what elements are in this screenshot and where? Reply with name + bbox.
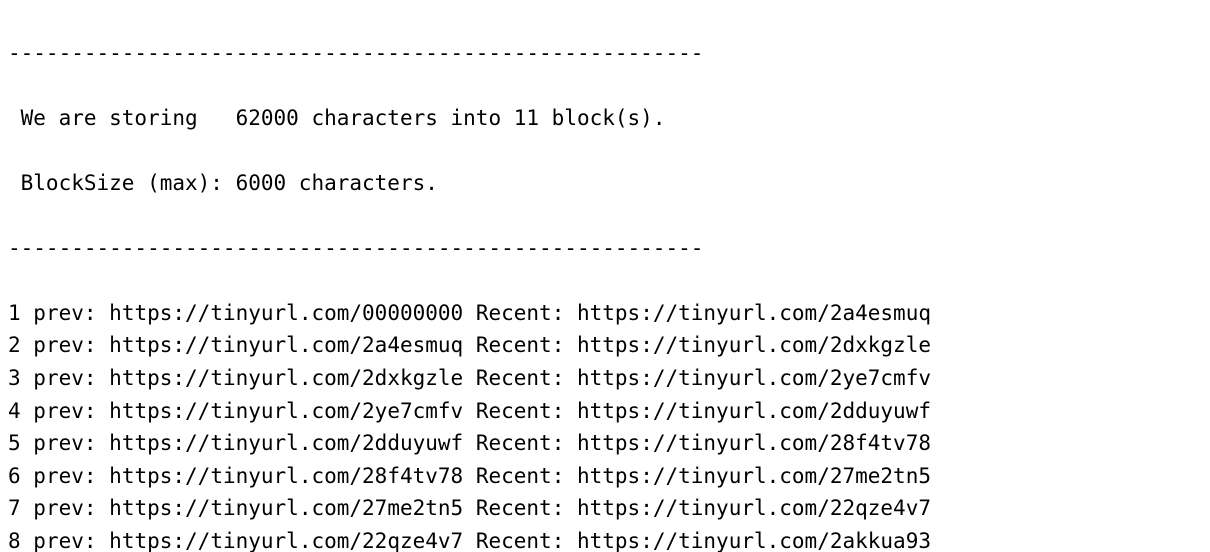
terminal-output: ----------------------------------------… (0, 0, 1210, 552)
url-rows: 1 prev: https://tinyurl.com/00000000 Rec… (8, 297, 1202, 552)
url-row: 3 prev: https://tinyurl.com/2dxkgzle Rec… (8, 362, 1202, 395)
recent-label: Recent: (463, 366, 577, 390)
prev-url: https://tinyurl.com/00000000 (109, 301, 463, 325)
blocksize-value: 6000 (236, 171, 287, 195)
recent-label: Recent: (463, 301, 577, 325)
recent-url: https://tinyurl.com/2dduyuwf (577, 399, 931, 423)
recent-label: Recent: (463, 431, 577, 455)
divider-line: ----------------------------------------… (8, 37, 1202, 70)
storing-line: We are storing 62000 characters into 11 … (8, 102, 1202, 135)
recent-url: https://tinyurl.com/2akkua93 (577, 529, 931, 552)
storing-prefix: We are storing (8, 106, 236, 130)
recent-label: Recent: (463, 399, 577, 423)
row-index: 1 (8, 301, 21, 325)
row-index: 7 (8, 496, 21, 520)
row-index: 8 (8, 529, 21, 552)
char-count: 62000 (236, 106, 299, 130)
recent-label: Recent: (463, 529, 577, 552)
block-count: 11 (514, 106, 539, 130)
prev-label: prev: (21, 301, 110, 325)
blocksize-line: BlockSize (max): 6000 characters. (8, 167, 1202, 200)
prev-label: prev: (21, 333, 110, 357)
recent-label: Recent: (463, 496, 577, 520)
recent-label: Recent: (463, 333, 577, 357)
prev-url: https://tinyurl.com/2dduyuwf (109, 431, 463, 455)
url-row: 6 prev: https://tinyurl.com/28f4tv78 Rec… (8, 460, 1202, 493)
prev-label: prev: (21, 529, 110, 552)
recent-url: https://tinyurl.com/2dxkgzle (577, 333, 931, 357)
url-row: 7 prev: https://tinyurl.com/27me2tn5 Rec… (8, 492, 1202, 525)
recent-url: https://tinyurl.com/22qze4v7 (577, 496, 931, 520)
url-row: 5 prev: https://tinyurl.com/2dduyuwf Rec… (8, 427, 1202, 460)
row-index: 2 (8, 333, 21, 357)
prev-url: https://tinyurl.com/2ye7cmfv (109, 399, 463, 423)
row-index: 6 (8, 464, 21, 488)
prev-url: https://tinyurl.com/28f4tv78 (109, 464, 463, 488)
prev-label: prev: (21, 366, 110, 390)
recent-url: https://tinyurl.com/2a4esmuq (577, 301, 931, 325)
storing-suffix: block(s). (539, 106, 665, 130)
recent-url: https://tinyurl.com/27me2tn5 (577, 464, 931, 488)
recent-url: https://tinyurl.com/2ye7cmfv (577, 366, 931, 390)
row-index: 4 (8, 399, 21, 423)
prev-url: https://tinyurl.com/22qze4v7 (109, 529, 463, 552)
divider-line: ----------------------------------------… (8, 232, 1202, 265)
url-row: 2 prev: https://tinyurl.com/2a4esmuq Rec… (8, 329, 1202, 362)
recent-label: Recent: (463, 464, 577, 488)
url-row: 1 prev: https://tinyurl.com/00000000 Rec… (8, 297, 1202, 330)
prev-url: https://tinyurl.com/2dxkgzle (109, 366, 463, 390)
recent-url: https://tinyurl.com/28f4tv78 (577, 431, 931, 455)
url-row: 4 prev: https://tinyurl.com/2ye7cmfv Rec… (8, 395, 1202, 428)
prev-label: prev: (21, 496, 110, 520)
prev-url: https://tinyurl.com/2a4esmuq (109, 333, 463, 357)
prev-url: https://tinyurl.com/27me2tn5 (109, 496, 463, 520)
blocksize-suffix: characters. (286, 171, 438, 195)
storing-mid: characters into (299, 106, 514, 130)
prev-label: prev: (21, 431, 110, 455)
url-row: 8 prev: https://tinyurl.com/22qze4v7 Rec… (8, 525, 1202, 552)
prev-label: prev: (21, 464, 110, 488)
blocksize-label: BlockSize (max): (8, 171, 236, 195)
row-index: 5 (8, 431, 21, 455)
prev-label: prev: (21, 399, 110, 423)
row-index: 3 (8, 366, 21, 390)
